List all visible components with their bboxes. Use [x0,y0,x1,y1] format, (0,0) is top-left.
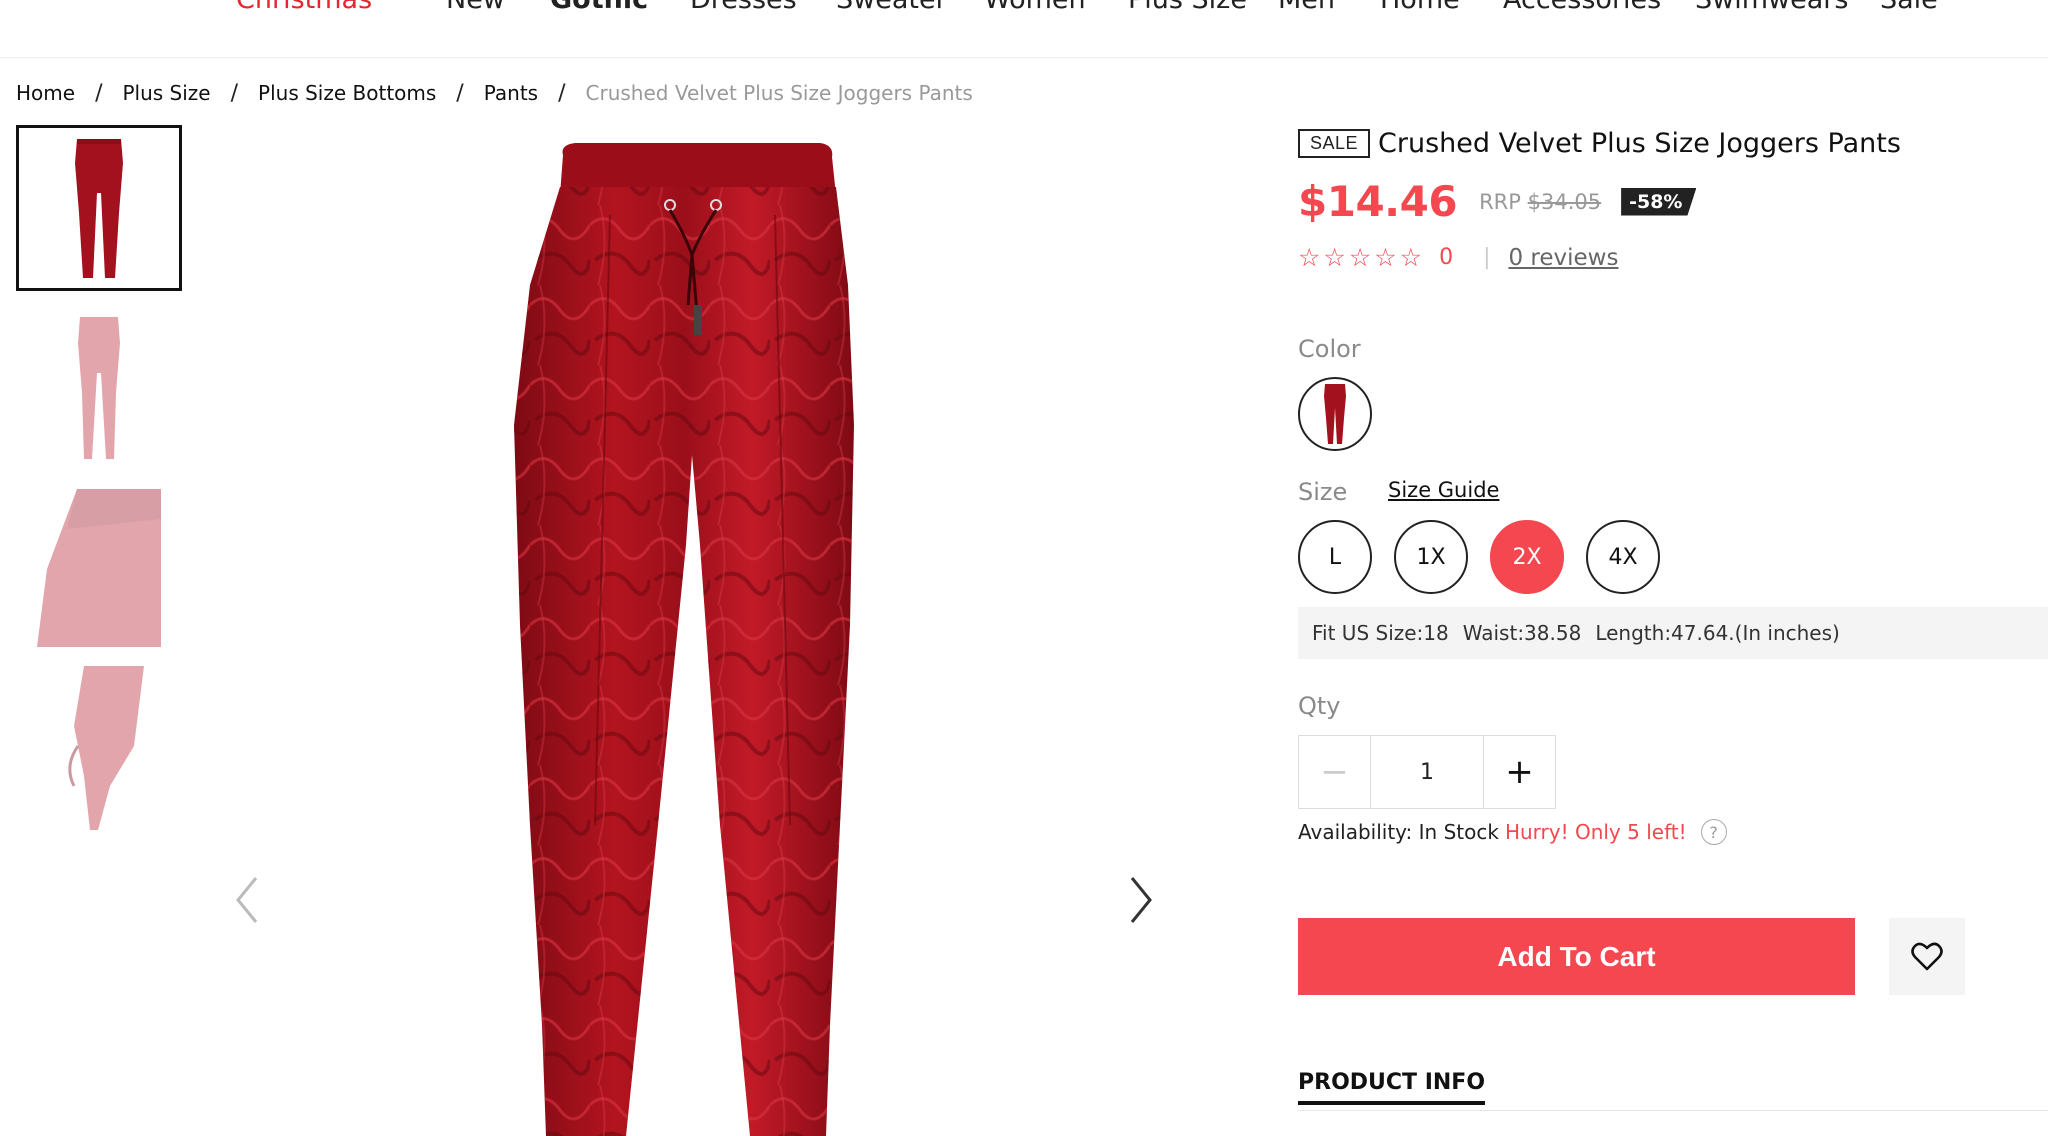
sale-price: $14.46 [1298,177,1458,226]
product-info-panel: SALE Crushed Velvet Plus Size Joggers Pa… [1298,125,2048,1111]
nav-accessories[interactable]: Accessories [1503,0,1661,15]
product-thumbnail-image [78,317,120,459]
help-icon[interactable]: ? [1700,819,1727,845]
size-option-1x[interactable]: 1X [1394,520,1468,594]
breadcrumb-separator: / [456,80,464,106]
size-options: L 1X 2X 4X [1298,520,1682,594]
breadcrumb-pants[interactable]: Pants [484,81,538,105]
breadcrumb-separator: / [558,80,566,106]
size-option-2x[interactable]: 2X [1490,520,1564,594]
nav-sale[interactable]: Sale [1880,0,1938,15]
rating-divider: | [1483,245,1491,270]
product-image-velvet-pants [514,143,854,1136]
product-title: Crushed Velvet Plus Size Joggers Pants [1378,127,1901,159]
nav-swimwears[interactable]: Swimwears [1695,0,1848,15]
rrp-label: RRP [1479,189,1521,214]
tab-divider [1298,1110,2048,1111]
rating-row: ☆☆☆☆☆ 0 | 0 reviews [1298,243,1618,272]
top-nav: Christmas New Gothic Dresses Sweater Wom… [0,0,2048,58]
breadcrumb-home[interactable]: Home [16,81,75,105]
breadcrumb-separator: / [230,80,239,106]
fit-length: Length:47.64.(In inches) [1595,621,1840,645]
reviews-link[interactable]: 0 reviews [1508,245,1618,271]
nav-christmas[interactable]: Christmas [236,0,372,15]
product-thumbnail-image [75,139,123,278]
thumbnail-detail-waist[interactable] [16,485,182,651]
rrp-price: RRP $34.05 [1479,190,1601,214]
size-guide-link[interactable]: Size Guide [1388,478,1499,502]
main-product-image [230,125,1170,1136]
fit-waist: Waist:38.58 [1462,621,1582,645]
quantity-stepper: − 1 + [1298,735,1556,809]
fit-info: Fit US Size:18 Waist:38.58 Length:47.64.… [1298,607,2048,659]
breadcrumb: Home / Plus Size / Plus Size Bottoms / P… [16,78,973,108]
price-row: $14.46 RRP $34.05 -58% [1298,177,1697,226]
size-option-4x[interactable]: 4X [1586,520,1660,594]
nav-gothic[interactable]: Gothic [550,0,648,15]
nav-plus-size[interactable]: Plus Size [1128,0,1247,15]
nav-men[interactable]: Men [1278,0,1335,15]
chevron-left-icon[interactable] [230,870,268,930]
breadcrumb-separator: / [95,80,103,106]
availability: Availability: In Stock Hurry! Only 5 lef… [1298,819,1727,845]
fit-us-size: Fit US Size:18 [1312,621,1449,645]
discount-badge: -58% [1621,187,1697,216]
add-to-cart-button[interactable]: Add To Cart [1298,918,1855,995]
size-label: Size [1298,478,1348,506]
color-swatch-image [1324,384,1346,444]
star-outline-icon[interactable]: ☆☆☆☆☆ [1298,243,1425,272]
product-thumbnail-image [37,489,161,647]
chevron-right-icon[interactable] [1120,870,1160,930]
nav-home[interactable]: Home [1380,0,1460,15]
thumbnail-front[interactable] [16,125,182,291]
breadcrumb-plus-size-bottoms[interactable]: Plus Size Bottoms [258,81,436,105]
breadcrumb-current: Crushed Velvet Plus Size Joggers Pants [585,81,973,105]
nav-dresses[interactable]: Dresses [690,0,797,15]
title-row: SALE Crushed Velvet Plus Size Joggers Pa… [1298,125,2048,161]
nav-women[interactable]: Women [984,0,1086,15]
nav-sweater[interactable]: Sweater [836,0,947,15]
size-option-l[interactable]: L [1298,520,1372,594]
wishlist-button[interactable] [1889,918,1965,995]
breadcrumb-plus-size[interactable]: Plus Size [122,81,210,105]
sale-badge: SALE [1298,128,1371,158]
thumbnail-back[interactable] [16,305,182,471]
stock-warning: Hurry! Only 5 left! [1504,820,1687,844]
qty-label: Qty [1298,692,1341,720]
heart-icon [1911,942,1943,970]
color-label: Color [1298,335,1361,363]
minus-icon[interactable]: − [1299,736,1371,808]
color-swatch-red[interactable] [1298,377,1372,451]
nav-new[interactable]: New [446,0,505,15]
availability-label: Availability: In Stock [1298,820,1499,844]
plus-icon[interactable]: + [1483,736,1555,808]
rating-count: 0 [1439,245,1454,270]
tab-product-info[interactable]: PRODUCT INFO [1298,1070,1486,1105]
thumbnail-detail-ankle[interactable] [16,665,182,831]
quantity-value[interactable]: 1 [1371,736,1483,808]
rrp-value: $34.05 [1527,189,1602,214]
product-thumbnail-image [68,666,144,830]
